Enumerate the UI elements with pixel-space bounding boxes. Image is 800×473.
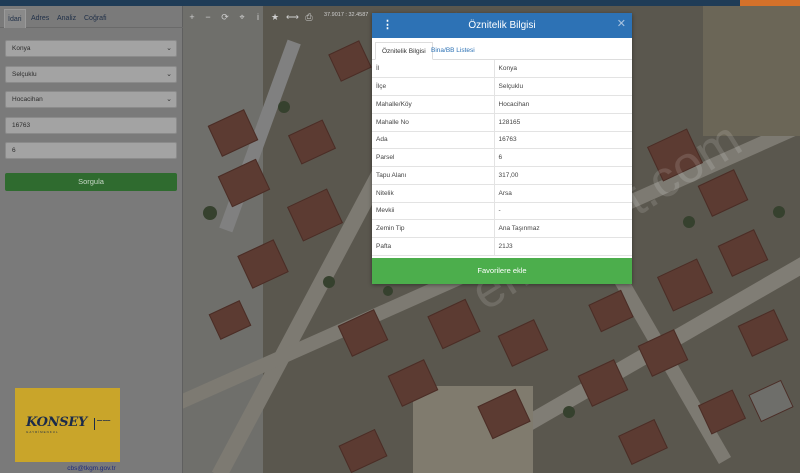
parsel-input[interactable]: 6 — [5, 142, 177, 159]
logo-name: KONSEY — [26, 415, 87, 430]
logo-side-text: ▬▬ ▬▬▬ — [97, 419, 111, 422]
attr-key: Ada — [372, 131, 495, 150]
map-building — [497, 319, 549, 367]
menu-icon[interactable]: ⋮ — [382, 18, 393, 32]
tab-adres[interactable]: Adres — [28, 9, 52, 28]
popup-tabs: Öznitelik Bilgisi Bina/BB Listesi — [372, 38, 632, 60]
ada-input[interactable]: 16763 — [5, 117, 177, 134]
attribute-popup: Öznitelik Bilgisi ⋮ ✕ Öznitelik Bilgisi … — [372, 13, 632, 284]
il-select[interactable]: Konya ⌄ — [5, 40, 177, 57]
zoom-in-icon[interactable]: + — [186, 10, 198, 24]
print-icon[interactable]: ⎙ — [303, 10, 315, 24]
map-building — [697, 169, 749, 217]
tab-cografi[interactable]: Coğrafi — [81, 9, 110, 28]
attr-value: Arsa — [494, 184, 632, 203]
map-building — [657, 258, 713, 312]
sidebar-tabs: İdari Adres Analiz Coğrafi — [0, 6, 183, 28]
map-tree — [323, 276, 335, 288]
attr-value: 128165 — [494, 113, 632, 132]
table-row: Mahalle/Köy Hocacihan — [372, 95, 632, 114]
attr-key: Mahalle No — [372, 113, 495, 132]
coordinate-readout: 37.9017 : 32.4587 — [324, 12, 369, 18]
map-tree — [203, 206, 217, 220]
attr-value: - — [494, 202, 632, 221]
tab-idari[interactable]: İdari — [4, 9, 26, 28]
il-select-value: Konya — [12, 45, 31, 52]
zoom-out-icon[interactable]: − — [202, 10, 214, 24]
refresh-icon[interactable]: ⟳ — [219, 10, 231, 24]
table-row: Pafta 21J3 — [372, 237, 632, 256]
map-tree — [773, 206, 785, 218]
close-icon[interactable]: ✕ — [617, 17, 626, 30]
attr-value: 21J3 — [494, 237, 632, 256]
table-row: İl Konya — [372, 60, 632, 79]
tab-analiz[interactable]: Analiz — [54, 9, 79, 28]
ilce-select[interactable]: Selçuklu ⌄ — [5, 66, 177, 83]
mahalle-select[interactable]: Hocacihan ⌄ — [5, 91, 177, 108]
measure-icon[interactable]: ⟷ — [286, 10, 299, 24]
mahalle-select-value: Hocacihan — [12, 96, 43, 103]
sidebar: İdari Adres Analiz Coğrafi Konya ⌄ Selçu… — [0, 6, 183, 473]
star-icon[interactable]: ★ — [269, 10, 281, 24]
attr-key: İl — [372, 60, 495, 79]
map-building — [618, 419, 668, 465]
map-building — [288, 119, 336, 165]
add-favorite-button[interactable]: Favorilere ekle — [372, 258, 632, 284]
popup-header: Öznitelik Bilgisi ⋮ ✕ — [372, 13, 632, 38]
attr-value: 16763 — [494, 131, 632, 150]
map-building — [427, 298, 481, 350]
table-row: Tapu Alanı 317,00 — [372, 166, 632, 185]
table-row: İlçe Selçuklu — [372, 77, 632, 96]
map-tree — [383, 286, 393, 296]
footer-email-link[interactable]: cbs@tkgm.gov.tr — [0, 465, 183, 472]
map-building — [287, 188, 343, 242]
attr-value: Ana Taşınmaz — [494, 219, 632, 238]
company-logo: KONSEY GAYRİMENKUL ▬▬ ▬▬▬ — [15, 388, 120, 462]
table-row: Parsel 6 — [372, 148, 632, 167]
chevron-down-icon: ⌄ — [166, 96, 172, 103]
popup-title: Öznitelik Bilgisi — [468, 20, 536, 31]
table-row: Nitelik Arsa — [372, 184, 632, 203]
attr-key: Mevkii — [372, 202, 495, 221]
attr-key: Tapu Alanı — [372, 166, 495, 185]
map-tree — [563, 406, 575, 418]
query-button[interactable]: Sorgula — [5, 173, 177, 191]
table-row: Ada 16763 — [372, 131, 632, 150]
chevron-down-icon: ⌄ — [166, 71, 172, 78]
attr-key: Mahalle/Köy — [372, 95, 495, 114]
attr-key: Parsel — [372, 148, 495, 167]
attr-value: Konya — [494, 60, 632, 79]
table-row: Zemin Tip Ana Taşınmaz — [372, 219, 632, 238]
chevron-down-icon: ⌄ — [166, 45, 172, 52]
attribute-table: İl Konya İlçe Selçuklu Mahalle/Köy Hocaciha… — [372, 60, 632, 256]
map-empty-lot — [703, 6, 800, 136]
table-row: Mevkii - — [372, 202, 632, 221]
attr-value: Selçuklu — [494, 77, 632, 96]
map-building — [748, 379, 794, 423]
locate-icon[interactable]: ⌖ — [236, 10, 248, 24]
map-building — [338, 428, 388, 473]
map-tree — [683, 216, 695, 228]
ilce-select-value: Selçuklu — [12, 71, 37, 78]
attr-value: 317,00 — [494, 166, 632, 185]
logo-divider — [94, 418, 95, 430]
attr-key: Zemin Tip — [372, 219, 495, 238]
attr-value: 6 — [494, 148, 632, 167]
table-row: Mahalle No 128165 — [372, 113, 632, 132]
map-building — [328, 40, 372, 82]
tab-bina-listesi[interactable]: Bina/BB Listesi — [425, 42, 481, 60]
map-building — [717, 229, 769, 277]
attr-key: İlçe — [372, 77, 495, 96]
attr-value: Hocacihan — [494, 95, 632, 114]
map-tree — [278, 101, 290, 113]
map-building — [737, 309, 789, 357]
info-icon[interactable]: i — [252, 10, 264, 24]
attr-key: Pafta — [372, 237, 495, 256]
logo-subtitle: GAYRİMENKUL — [26, 430, 59, 434]
attr-key: Nitelik — [372, 184, 495, 203]
